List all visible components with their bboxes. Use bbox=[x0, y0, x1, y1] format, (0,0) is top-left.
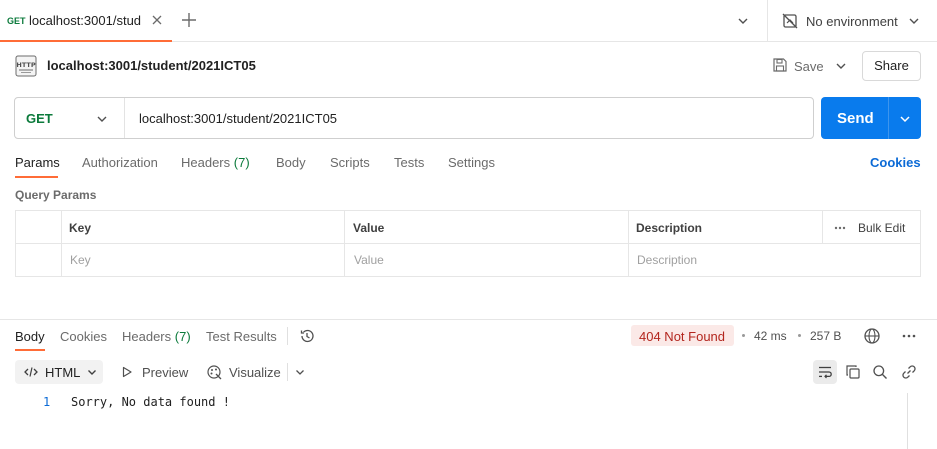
tab-headers[interactable]: Headers (7) bbox=[181, 155, 250, 170]
format-label: HTML bbox=[45, 365, 81, 380]
table-divider bbox=[61, 211, 62, 276]
key-input[interactable]: Key bbox=[70, 253, 91, 267]
divider bbox=[767, 0, 768, 42]
wrap-lines-icon bbox=[817, 364, 833, 380]
response-size[interactable]: 257 B bbox=[810, 329, 841, 343]
divider bbox=[287, 363, 288, 381]
method-label: GET bbox=[26, 111, 53, 126]
separator-dot bbox=[742, 334, 745, 337]
divider bbox=[888, 97, 889, 139]
search-icon[interactable] bbox=[872, 364, 888, 380]
http-file-icon: HTTP bbox=[15, 55, 37, 77]
plus-icon[interactable] bbox=[180, 11, 198, 29]
link-icon[interactable] bbox=[901, 364, 917, 380]
chevron-down-icon bbox=[95, 112, 109, 126]
divider bbox=[124, 98, 125, 138]
more-horizontal-icon[interactable] bbox=[901, 333, 917, 339]
visualize-icon bbox=[206, 364, 224, 380]
chevron-down-icon[interactable] bbox=[736, 14, 750, 28]
more-horizontal-icon bbox=[833, 225, 847, 231]
tab-authorization[interactable]: Authorization bbox=[82, 155, 158, 170]
cookies-link[interactable]: Cookies bbox=[870, 155, 921, 170]
environment-label: No environment bbox=[806, 14, 898, 29]
history-icon[interactable] bbox=[299, 328, 315, 344]
share-button[interactable]: Share bbox=[862, 51, 921, 81]
tab-params[interactable]: Params bbox=[15, 155, 60, 170]
response-tab-test-results[interactable]: Test Results bbox=[206, 329, 277, 344]
status-code: 404 Not Found bbox=[639, 329, 726, 344]
url-bar bbox=[14, 97, 814, 139]
table-divider bbox=[628, 211, 629, 276]
headers-count: (7) bbox=[233, 155, 250, 170]
tab-body[interactable]: Body bbox=[276, 155, 306, 170]
table-divider bbox=[16, 243, 920, 244]
code-line[interactable]: Sorry, No data found ! bbox=[71, 395, 230, 409]
no-environment-icon bbox=[781, 12, 799, 30]
response-tab-headers[interactable]: Headers (7) bbox=[122, 329, 191, 344]
url-input[interactable]: localhost:3001/student/2021ICT05 bbox=[139, 111, 337, 126]
line-number: 1 bbox=[43, 395, 51, 409]
close-icon[interactable] bbox=[150, 13, 164, 27]
request-title[interactable]: localhost:3001/student/2021ICT05 bbox=[47, 58, 256, 73]
send-label: Send bbox=[837, 110, 874, 127]
chevron-down-icon bbox=[86, 366, 98, 378]
tab-method: GET bbox=[7, 16, 26, 26]
active-tab-indicator bbox=[15, 176, 58, 178]
tab-tests[interactable]: Tests bbox=[394, 155, 424, 170]
column-header-key: Key bbox=[69, 221, 92, 235]
response-headers-label: Headers bbox=[122, 329, 172, 344]
scrollbar-track[interactable] bbox=[907, 393, 908, 449]
code-icon bbox=[23, 365, 39, 379]
tab-scripts[interactable]: Scripts bbox=[330, 155, 370, 170]
value-input[interactable]: Value bbox=[354, 253, 384, 267]
response-tab-cookies[interactable]: Cookies bbox=[60, 329, 107, 344]
visualize-label: Visualize bbox=[229, 365, 281, 380]
column-header-description: Description bbox=[636, 221, 703, 235]
separator-dot bbox=[798, 334, 801, 337]
bulk-edit-label: Bulk Edit bbox=[858, 221, 906, 235]
description-input[interactable]: Description bbox=[637, 253, 697, 267]
chevron-down-icon[interactable] bbox=[834, 59, 848, 73]
divider bbox=[287, 327, 288, 345]
request-tab[interactable]: GET localhost:3001/student/2021ICT05 bbox=[0, 0, 172, 42]
tab-name: localhost:3001/student/2021ICT05 bbox=[29, 13, 141, 28]
chevron-down-icon[interactable] bbox=[898, 112, 912, 126]
chevron-down-icon bbox=[907, 14, 921, 28]
params-table: Key Value Description Bulk Edit Key Valu… bbox=[15, 210, 921, 277]
table-divider bbox=[344, 211, 345, 276]
response-divider bbox=[0, 319, 937, 320]
response-tab-body[interactable]: Body bbox=[15, 329, 45, 344]
globe-icon[interactable] bbox=[863, 327, 881, 345]
query-params-title: Query Params bbox=[15, 188, 97, 202]
save-label: Save bbox=[794, 59, 824, 74]
copy-icon[interactable] bbox=[845, 364, 861, 380]
play-icon bbox=[121, 366, 133, 378]
preview-label: Preview bbox=[142, 365, 189, 380]
response-headers-count: (7) bbox=[174, 329, 191, 344]
tab-settings[interactable]: Settings bbox=[448, 155, 495, 170]
save-icon bbox=[772, 57, 788, 73]
response-time[interactable]: 42 ms bbox=[754, 329, 787, 343]
column-header-value: Value bbox=[353, 221, 385, 235]
table-divider bbox=[822, 211, 823, 243]
svg-text:HTTP: HTTP bbox=[16, 61, 35, 69]
active-tab-indicator bbox=[15, 349, 45, 351]
chevron-down-icon[interactable] bbox=[294, 366, 306, 378]
tab-headers-label: Headers bbox=[181, 155, 231, 170]
